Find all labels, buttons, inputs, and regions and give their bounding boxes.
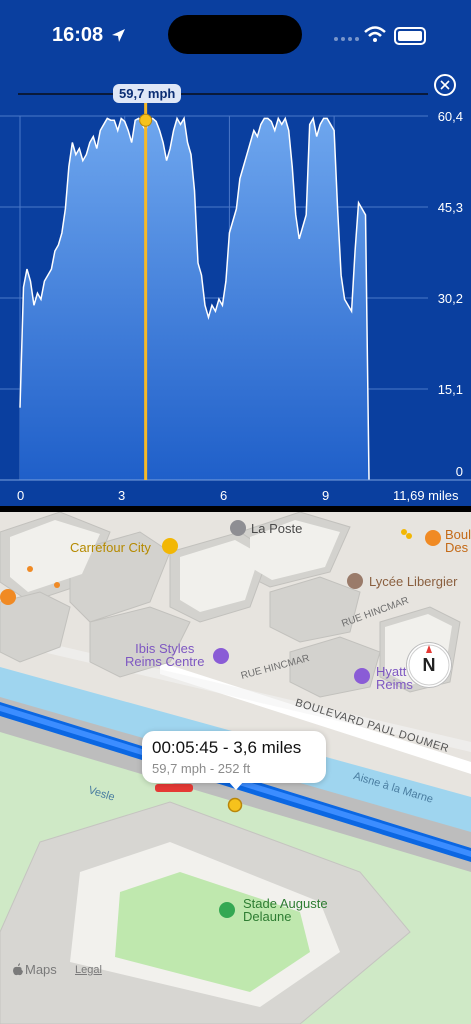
speed-chart[interactable]	[0, 0, 471, 512]
stadium-icon	[219, 902, 235, 918]
poi-label-lycee[interactable]: Lycée Libergier	[369, 574, 457, 589]
poi-label-carrefour[interactable]: Carrefour City	[70, 540, 151, 555]
hotel-icon	[213, 648, 229, 664]
x-tick-label: 6	[220, 488, 228, 503]
hotel-icon	[354, 668, 370, 684]
x-tick-label: 9	[322, 488, 330, 503]
school-icon	[347, 573, 363, 589]
info-subtitle: 59,7 mph - 252 ft	[152, 761, 251, 776]
poi-label-la-poste[interactable]: La Poste	[251, 521, 302, 536]
y-tick-label: 45,3	[437, 200, 463, 215]
info-title: 00:05:45 - 3,6 miles	[152, 738, 302, 757]
cart-icon	[162, 538, 178, 554]
y-tick-label: 0	[455, 464, 463, 479]
poi-label-boul[interactable]: Boul Des	[445, 528, 471, 554]
info-callout[interactable]: 00:05:45 - 3,6 miles 59,7 mph - 252 ft	[142, 731, 326, 783]
callout-pointer	[228, 781, 244, 790]
legal-link[interactable]: Legal	[75, 964, 102, 976]
chart-panel: 16:08 59,7 mph 60,4 45,3 30,2 15,1 0 0 3…	[0, 0, 471, 512]
compass-letter: N	[422, 655, 436, 675]
y-tick-label: 15,1	[437, 382, 463, 397]
y-tick-label: 60,4	[437, 109, 463, 124]
position-marker	[227, 797, 243, 813]
y-tick-label: 30,2	[437, 291, 463, 306]
compass-button[interactable]: N	[406, 642, 452, 688]
poi-label-stade[interactable]: Stade Auguste Delaune	[243, 897, 328, 923]
maps-brand-label: Maps	[25, 962, 57, 977]
x-tick-label: 11,69 miles	[393, 488, 459, 503]
x-tick-label: 0	[17, 488, 25, 503]
restaurant-icon	[0, 589, 16, 605]
mail-icon	[230, 520, 246, 536]
cursor-value-label: 59,7 mph	[113, 84, 182, 103]
speed-area	[20, 118, 370, 481]
apple-logo-icon	[13, 963, 23, 976]
poi-label-ibis[interactable]: Ibis Styles Reims Centre	[125, 642, 204, 668]
x-tick-label: 3	[118, 488, 126, 503]
attraction-icon	[425, 530, 441, 546]
cursor-point	[139, 113, 153, 127]
